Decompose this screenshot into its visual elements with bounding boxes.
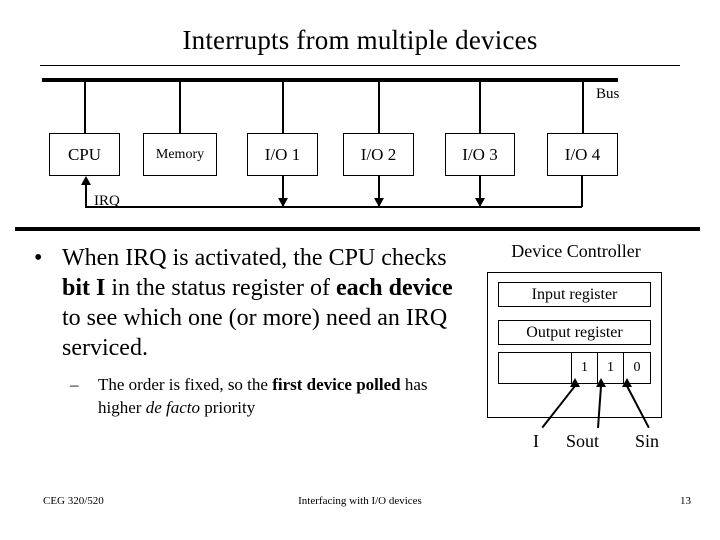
status-bit-label-i: I xyxy=(533,431,539,451)
sub-bullet-run-0: The order is fixed, so the xyxy=(98,375,273,394)
bus-label: Bus xyxy=(596,86,620,102)
device-box-cpu[interactable]: CPU xyxy=(49,133,120,176)
bullet-main-run-2: in the status register of xyxy=(105,275,336,301)
sub-bullet-run-3: de facto xyxy=(145,398,200,417)
irq-arrow-icon-1 xyxy=(374,198,384,207)
status-arrow-icon-i xyxy=(570,378,580,387)
device-box-label: I/O 4 xyxy=(564,145,601,164)
bullet-marker: • xyxy=(34,245,43,271)
bus-line xyxy=(42,78,618,82)
irq-cpu-riser xyxy=(85,184,88,208)
bus-drop-line-5 xyxy=(582,82,584,133)
bullet-main-run-4: to see which one (or more) need an IRQ s… xyxy=(62,305,448,361)
device-controller-title: Device Controller xyxy=(511,241,641,261)
bus-drop-line-4 xyxy=(479,82,481,133)
device-box-label: I/O 3 xyxy=(462,145,498,164)
input-register-box: Input register xyxy=(498,282,651,307)
status-arrow-icon-sin xyxy=(622,378,632,387)
status-register-cell-0[interactable] xyxy=(499,353,572,383)
body-divider xyxy=(15,227,700,231)
bullet-main-run-3: each device xyxy=(335,275,453,301)
irq-arrow-icon-2 xyxy=(475,198,485,207)
bullet-item-sub: – The order is fixed, so the first devic… xyxy=(70,373,458,419)
sub-bullet-marker: – xyxy=(70,375,79,394)
bus-drop-line-0 xyxy=(84,82,86,133)
device-box-label: CPU xyxy=(67,145,102,164)
device-box-label: I/O 2 xyxy=(360,145,397,164)
irq-line xyxy=(85,206,582,209)
device-box-label: Memory xyxy=(155,146,205,162)
page-title: Interrupts from multiple devices xyxy=(182,25,538,55)
bullet-main-run-0: When IRQ is activated, the CPU checks xyxy=(62,245,447,271)
device-box-i-o-3[interactable]: I/O 3 xyxy=(445,133,515,176)
footer-page-number: 13 xyxy=(680,495,691,507)
status-arrow-icon-sout xyxy=(596,378,606,387)
sub-bullet-run-1: first device polled xyxy=(272,375,401,394)
bus-drop-line-3 xyxy=(378,82,380,133)
irq-label: IRQ xyxy=(94,193,120,209)
device-box-i-o-2[interactable]: I/O 2 xyxy=(343,133,414,176)
irq-arrow-icon-0 xyxy=(278,198,288,207)
bus-drop-line-2 xyxy=(282,82,284,133)
sub-bullet-run-4: priority xyxy=(199,398,256,417)
device-box-label: I/O 1 xyxy=(264,145,301,164)
device-box-i-o-4[interactable]: I/O 4 xyxy=(547,133,618,176)
bullet-main-text: When IRQ is activated, the CPU checks bi… xyxy=(62,245,453,361)
output-register-box: Output register xyxy=(498,320,651,345)
irq-drop-line-3 xyxy=(581,176,584,207)
bullet-list: • When IRQ is activated, the CPU checks … xyxy=(28,243,458,419)
footer: CEG 320/520 Interfacing with I/O devices… xyxy=(0,495,720,515)
footer-subject: Interfacing with I/O devices xyxy=(298,495,422,507)
bullet-main-run-1: bit I xyxy=(62,275,106,301)
sub-bullet-text: The order is fixed, so the first device … xyxy=(98,375,428,417)
device-box-memory[interactable]: Memory xyxy=(143,133,217,176)
device-box-i-o-1[interactable]: I/O 1 xyxy=(247,133,318,176)
bus-drop-line-1 xyxy=(179,82,181,133)
bullet-item-main: • When IRQ is activated, the CPU checks … xyxy=(28,243,458,363)
irq-cpu-arrow-icon xyxy=(81,176,91,185)
status-bit-label-sin: Sin xyxy=(635,431,660,451)
title-divider xyxy=(40,65,680,66)
status-bit-label-sout: Sout xyxy=(566,431,600,451)
